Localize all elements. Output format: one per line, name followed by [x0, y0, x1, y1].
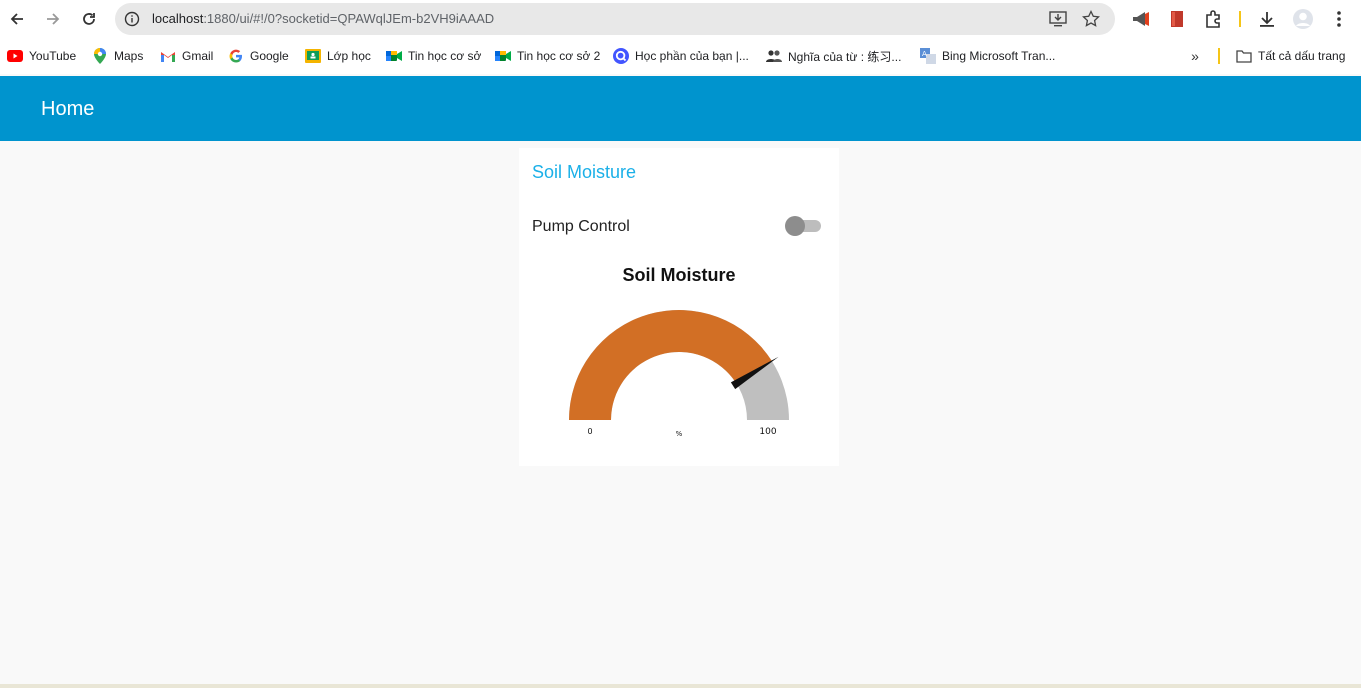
forward-arrow-icon [47, 13, 60, 25]
gauge-fill [569, 310, 772, 420]
url-text[interactable]: localhost:1880/ui/#!/0?socketid=QPAWqlJE… [152, 11, 494, 26]
bookmark-label: Bing Microsoft Tran... [942, 49, 1056, 63]
bookmark-maps[interactable]: Maps [92, 47, 143, 65]
bookmark-label: Gmail [182, 49, 214, 63]
pump-control-label: Pump Control [532, 218, 630, 235]
gauge-title: Soil Moisture [622, 265, 736, 285]
soil-moisture-gauge: 0 % 100 [569, 310, 789, 438]
gauge-max-label: 100 [759, 427, 776, 437]
address-bar[interactable]: localhost:1880/ui/#!/0?socketid=QPAWqlJE… [115, 3, 1115, 35]
browser-toolbar: localhost:1880/ui/#!/0?socketid=QPAWqlJE… [0, 0, 1361, 38]
bookmark-label: Tất cả dấu trang [1258, 49, 1346, 63]
downloads-icon[interactable] [1256, 8, 1278, 30]
toolbar-divider [1239, 11, 1241, 27]
google-icon [228, 48, 244, 64]
bookmark-lop-hoc[interactable]: Lớp học [305, 47, 371, 65]
more-bookmarks-chevron-icon[interactable]: » [1186, 47, 1204, 65]
bookmark-label: Lớp học [327, 49, 371, 63]
bookmark-label: Maps [114, 49, 144, 63]
bookmark-star-icon[interactable] [1080, 8, 1102, 30]
folder-icon [1236, 48, 1252, 64]
pump-control-switch[interactable] [785, 216, 823, 236]
bookmark-google[interactable]: Google [228, 47, 289, 65]
bookmark-label: Tin học cơ sở 2 [517, 49, 601, 63]
meet-icon [495, 48, 511, 64]
bookmarks-divider [1218, 48, 1220, 64]
switch-thumb[interactable] [785, 216, 805, 236]
svg-text:A: A [922, 50, 927, 58]
bookmark-youtube[interactable]: YouTube [7, 47, 76, 65]
people-icon [766, 48, 782, 64]
classroom-icon [305, 48, 321, 64]
bookmark-tin-hoc-co-so[interactable]: Tin học cơ sở [386, 47, 481, 65]
install-app-icon[interactable] [1047, 8, 1069, 30]
bookmarks-bar: YouTube Maps Gmail Google Lớp học Tin họ… [0, 38, 1361, 74]
extensions-puzzle-icon[interactable] [1202, 8, 1224, 30]
bookmark-tin-hoc-co-so-2[interactable]: Tin học cơ sở 2 [495, 47, 600, 65]
bookmark-bing-translator[interactable]: A Bing Microsoft Tran... [920, 47, 1055, 65]
reload-button[interactable] [78, 8, 100, 30]
reload-icon [83, 13, 95, 25]
translator-icon: A [920, 48, 936, 64]
dashboard-header: Home [0, 76, 1361, 141]
forward-button[interactable] [42, 8, 64, 30]
bookmark-hoc-phan[interactable]: Học phần của bạn |... [613, 47, 749, 65]
url-path: :1880/ui/#!/0?socketid=QPAWqlJEm-b2VH9iA… [203, 11, 495, 26]
bookmark-label: Học phần của bạn |... [635, 49, 749, 63]
gauge-min-label: 0 [587, 427, 592, 436]
gauge-unit-label: % [676, 430, 683, 438]
youtube-icon [7, 48, 23, 64]
maps-icon [92, 48, 108, 64]
meet-icon [386, 48, 402, 64]
bookmark-label: YouTube [29, 49, 77, 63]
page-title: Home [41, 98, 95, 120]
bookmark-all-bookmarks[interactable]: Tất cả dấu trang [1236, 47, 1345, 65]
bookmark-label: Nghĩa của từ : 练习... [788, 49, 902, 64]
bookmark-nghia-cua-tu[interactable]: Nghĩa của từ : 练习... [766, 47, 901, 65]
bookmark-label: Tin học cơ sở [408, 49, 482, 63]
group-title: Soil Moisture [532, 162, 637, 182]
url-host: localhost [152, 11, 204, 26]
megaphone-extension-icon[interactable] [1130, 8, 1152, 30]
window-bottom-edge [0, 684, 1361, 688]
bookmark-label: Google [250, 49, 289, 63]
browser-menu-icon[interactable] [1328, 8, 1350, 30]
quizlet-icon [613, 48, 629, 64]
profile-avatar-icon[interactable] [1292, 8, 1314, 30]
site-info-icon[interactable] [121, 8, 143, 30]
back-button[interactable] [6, 8, 28, 30]
bookmark-gmail[interactable]: Gmail [160, 47, 213, 65]
book-extension-icon[interactable] [1166, 8, 1188, 30]
soil-moisture-group: Soil Moisture Pump Control Soil Moisture… [519, 148, 839, 466]
back-arrow-icon [10, 13, 23, 25]
gmail-icon [160, 48, 176, 64]
